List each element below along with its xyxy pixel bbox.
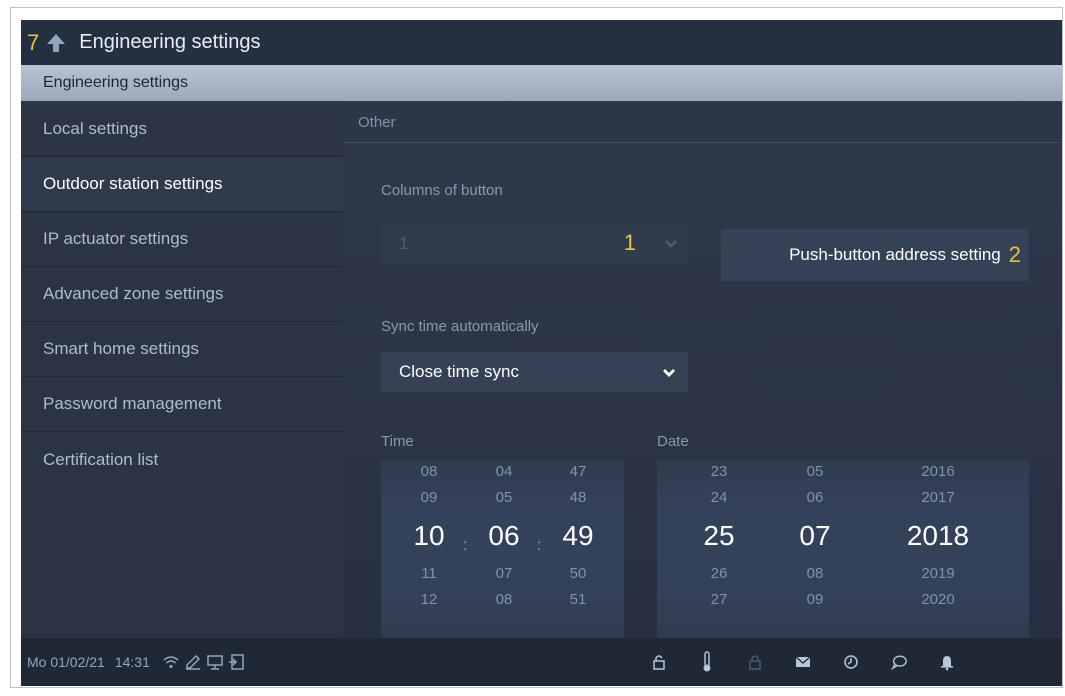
history-icon[interactable] xyxy=(842,653,860,671)
sidebar: Local settings Outdoor station settings … xyxy=(21,102,343,638)
month-option[interactable]: 05 xyxy=(785,459,845,485)
minute-option[interactable]: 07 xyxy=(474,561,534,587)
year-option[interactable]: 2016 xyxy=(893,459,983,485)
sidebar-item-label: Local settings xyxy=(43,119,147,138)
hour-selected[interactable]: 10 xyxy=(399,511,459,561)
chat-icon[interactable] xyxy=(890,653,908,671)
thermometer-icon[interactable] xyxy=(698,651,716,672)
hour-option[interactable]: 08 xyxy=(399,459,459,485)
time-separator: : xyxy=(463,537,468,554)
time-picker[interactable]: 08 09 10 11 12 : 04 05 06 07 08 : 47 48 … xyxy=(381,459,624,639)
sidebar-item-label: Smart home settings xyxy=(43,339,199,358)
minute-option[interactable]: 05 xyxy=(474,485,534,511)
section-title: Engineering settings xyxy=(43,74,188,91)
month-option[interactable]: 06 xyxy=(785,485,845,511)
callout-number: 7 xyxy=(27,29,40,55)
day-option[interactable]: 23 xyxy=(689,459,749,485)
sidebar-item-local-settings[interactable]: Local settings xyxy=(21,102,343,157)
back-arrow-icon[interactable] xyxy=(43,30,69,56)
minute-option[interactable]: 04 xyxy=(474,459,534,485)
edit-icon xyxy=(184,653,202,671)
year-column[interactable]: 2016 2017 2018 2019 2020 xyxy=(893,459,983,613)
push-button-address-setting-button[interactable]: Push-button address setting 2 xyxy=(721,229,1029,281)
second-option[interactable]: 51 xyxy=(548,587,608,613)
title-bar: 7 Engineering settings xyxy=(21,20,1062,65)
section-header: Engineering settings xyxy=(21,65,1062,101)
date-picker[interactable]: 23 24 25 26 27 05 06 07 08 09 2016 2017 … xyxy=(657,459,1029,639)
minute-column[interactable]: 04 05 06 07 08 xyxy=(474,459,534,613)
month-option[interactable]: 08 xyxy=(785,561,845,587)
sidebar-item-advanced-zone-settings[interactable]: Advanced zone settings xyxy=(21,267,343,322)
time-label: Time xyxy=(381,433,414,450)
sidebar-item-label: Certification list xyxy=(43,449,159,469)
bell-icon[interactable] xyxy=(938,653,956,671)
status-date: Mo 01/02/21 xyxy=(27,654,105,670)
sidebar-item-outdoor-station-settings[interactable]: Outdoor station settings xyxy=(21,157,343,212)
columns-of-button-label: Columns of button xyxy=(381,182,503,199)
second-option[interactable]: 47 xyxy=(548,459,608,485)
sidebar-item-ip-actuator-settings[interactable]: IP actuator settings xyxy=(21,212,343,267)
sync-time-value: Close time sync xyxy=(399,362,519,381)
hour-option[interactable]: 09 xyxy=(399,485,459,511)
second-column[interactable]: 47 48 49 50 51 xyxy=(548,459,608,613)
month-selected[interactable]: 07 xyxy=(785,511,845,561)
sidebar-item-label: IP actuator settings xyxy=(43,229,189,248)
hour-column[interactable]: 08 09 10 11 12 xyxy=(399,459,459,613)
status-time: 14:31 xyxy=(114,654,150,670)
sidebar-item-certification-list[interactable]: Certification list xyxy=(21,432,343,487)
device-screen: 7 Engineering settings Engineering setti… xyxy=(21,20,1062,686)
day-selected[interactable]: 25 xyxy=(689,511,749,561)
day-option[interactable]: 24 xyxy=(689,485,749,511)
year-option[interactable]: 2019 xyxy=(893,561,983,587)
lock-disabled-icon[interactable] xyxy=(746,653,764,671)
hour-option[interactable]: 11 xyxy=(399,561,459,587)
month-option[interactable]: 09 xyxy=(785,587,845,613)
day-option[interactable]: 26 xyxy=(689,561,749,587)
second-selected[interactable]: 49 xyxy=(548,511,608,561)
year-selected[interactable]: 2018 xyxy=(893,511,983,561)
chevron-down-icon xyxy=(662,365,676,385)
second-option[interactable]: 50 xyxy=(548,561,608,587)
columns-of-button-dropdown[interactable]: 1 1 xyxy=(381,224,688,264)
content-header: Other xyxy=(344,102,1062,143)
day-option[interactable]: 27 xyxy=(689,587,749,613)
hour-option[interactable]: 12 xyxy=(399,587,459,613)
minute-option[interactable]: 08 xyxy=(474,587,534,613)
sidebar-item-password-management[interactable]: Password management xyxy=(21,377,343,432)
year-option[interactable]: 2020 xyxy=(893,587,983,613)
sidebar-item-label: Advanced zone settings xyxy=(43,284,224,303)
month-column[interactable]: 05 06 07 08 09 xyxy=(785,459,845,613)
callout-number: 2 xyxy=(1008,242,1021,267)
mail-icon[interactable] xyxy=(794,653,812,671)
time-separator: : xyxy=(537,537,542,554)
second-option[interactable]: 48 xyxy=(548,485,608,511)
sidebar-item-label: Password management xyxy=(43,394,222,413)
year-option[interactable]: 2017 xyxy=(893,485,983,511)
sync-time-dropdown[interactable]: Close time sync xyxy=(381,352,688,392)
columns-of-button-value: 1 xyxy=(399,234,409,253)
chevron-down-icon xyxy=(664,236,678,256)
sidebar-item-smart-home-settings[interactable]: Smart home settings xyxy=(21,322,343,377)
page-title: Engineering settings xyxy=(79,31,261,53)
door-icon xyxy=(228,653,246,671)
status-bar: Mo 01/02/21 14:31 xyxy=(21,638,1062,686)
sidebar-item-label: Outdoor station settings xyxy=(43,174,223,193)
day-column[interactable]: 23 24 25 26 27 xyxy=(689,459,749,613)
minute-selected[interactable]: 06 xyxy=(474,511,534,561)
wifi-icon xyxy=(162,653,180,671)
sync-time-label: Sync time automatically xyxy=(381,318,539,335)
content-panel: Other Columns of button 1 1 Push-button … xyxy=(344,102,1062,639)
date-label: Date xyxy=(657,433,689,450)
monitor-icon xyxy=(206,653,224,671)
push-button-label: Push-button address setting xyxy=(789,245,1001,264)
callout-number: 1 xyxy=(623,230,636,255)
content-header-label: Other xyxy=(358,113,396,131)
lock-icon[interactable] xyxy=(650,653,668,671)
